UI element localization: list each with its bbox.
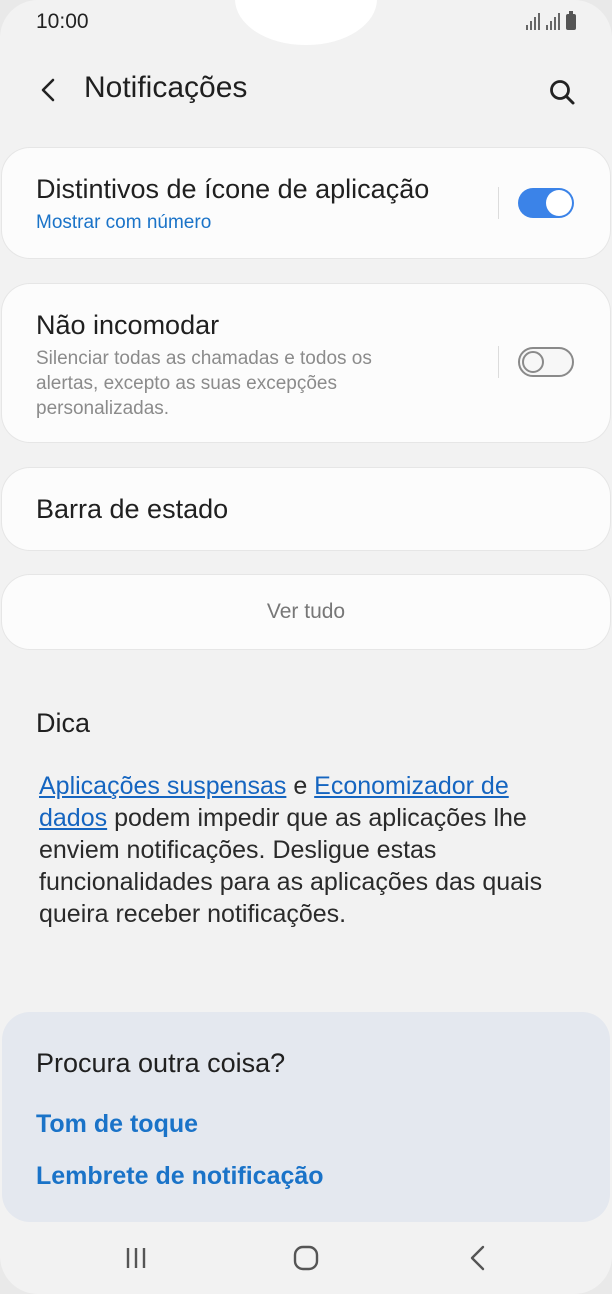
app-header: Notificações bbox=[0, 60, 612, 120]
signal-icon-2 bbox=[546, 12, 560, 30]
dnd-title: Não incomodar bbox=[36, 310, 220, 340]
status-bar-setting-title: Barra de estado bbox=[36, 494, 229, 524]
nav-back-button[interactable] bbox=[454, 1236, 502, 1280]
battery-icon bbox=[566, 11, 576, 30]
suggestions-panel: Procura outra coisa? Tom de toque Lembre… bbox=[2, 1012, 610, 1222]
home-button[interactable] bbox=[282, 1236, 330, 1280]
navigation-bar bbox=[0, 1222, 612, 1294]
home-icon bbox=[293, 1245, 319, 1271]
chevron-left-icon bbox=[41, 78, 55, 102]
badges-title: Distintivos de ícone de aplicação bbox=[36, 174, 430, 204]
status-time: 10:00 bbox=[36, 10, 89, 33]
notification-reminder-link[interactable]: Lembrete de notificação bbox=[36, 1162, 324, 1191]
badges-subtitle: Mostrar com número bbox=[36, 212, 212, 233]
phone-screen: 10:00 Notificações Distintivos de ícone … bbox=[0, 0, 612, 1294]
dnd-toggle[interactable] bbox=[518, 347, 574, 377]
tip-conjunction: e bbox=[286, 772, 315, 800]
status-bar: 10:00 bbox=[0, 0, 612, 46]
status-bar-setting-card[interactable]: Barra de estado bbox=[2, 468, 610, 550]
search-icon bbox=[550, 80, 575, 105]
dnd-setting-card[interactable]: Não incomodar Silenciar todas as chamada… bbox=[2, 284, 610, 442]
status-icons bbox=[526, 11, 576, 30]
tip-rest: podem impedir que as aplicações lhe envi… bbox=[39, 804, 543, 928]
dnd-description: Silenciar todas as chamadas e todos os a… bbox=[36, 348, 372, 419]
badges-toggle[interactable] bbox=[518, 188, 574, 218]
tip-title: Dica bbox=[36, 708, 91, 738]
search-button[interactable] bbox=[542, 72, 582, 112]
signal-icon bbox=[526, 12, 540, 30]
back-button[interactable] bbox=[30, 72, 66, 108]
tip-text: Aplicações suspensas e Economizador de d… bbox=[39, 770, 579, 930]
page-title: Notificações bbox=[84, 71, 248, 104]
vertical-divider bbox=[498, 187, 499, 219]
ringtone-link[interactable]: Tom de toque bbox=[36, 1110, 198, 1139]
vertical-divider bbox=[498, 346, 499, 378]
recents-button[interactable] bbox=[112, 1236, 160, 1280]
see-all-button[interactable]: Ver tudo bbox=[2, 575, 610, 649]
recents-icon bbox=[126, 1248, 146, 1268]
nav-back-icon bbox=[470, 1245, 485, 1271]
suggestions-title: Procura outra coisa? bbox=[36, 1048, 286, 1078]
toggle-knob bbox=[522, 351, 544, 373]
suspended-apps-link[interactable]: Aplicações suspensas bbox=[39, 772, 286, 800]
see-all-card: Ver tudo bbox=[2, 575, 610, 649]
toggle-knob bbox=[546, 190, 572, 216]
badges-setting-card[interactable]: Distintivos de ícone de aplicação Mostra… bbox=[2, 148, 610, 258]
